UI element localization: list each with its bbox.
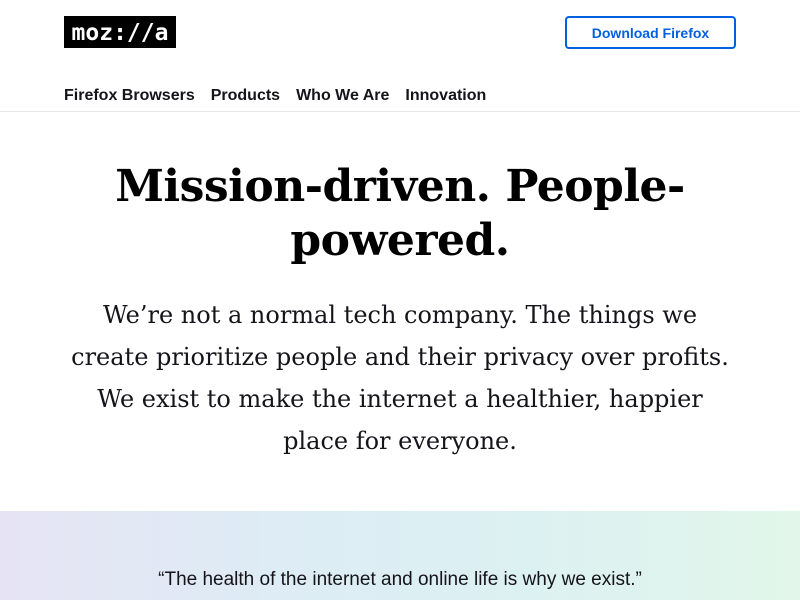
nav-item-innovation[interactable]: Innovation: [405, 86, 486, 106]
site-header: moz://a Download Firefox Firefox Browser…: [0, 0, 800, 112]
hero-title: Mission-driven. People-powered.: [115, 161, 685, 266]
nav-item-who-we-are[interactable]: Who We Are: [296, 86, 389, 106]
download-firefox-label: Download Firefox: [591, 24, 710, 41]
quote-band: “The health of the internet and online l…: [0, 511, 800, 600]
quote-text: “The health of the internet and online l…: [158, 569, 642, 590]
nav-item-firefox-browsers[interactable]: Firefox Browsers: [64, 86, 195, 106]
main-nav: Firefox Browsers Products Who We Are Inn…: [64, 86, 486, 106]
nav-item-products[interactable]: Products: [211, 86, 280, 106]
download-firefox-button[interactable]: Download Firefox: [565, 16, 736, 49]
mozilla-logo[interactable]: moz://a: [64, 16, 176, 48]
hero-subtitle: We’re not a normal tech company. The thi…: [71, 301, 729, 455]
logo-text: moz://a: [71, 19, 169, 46]
